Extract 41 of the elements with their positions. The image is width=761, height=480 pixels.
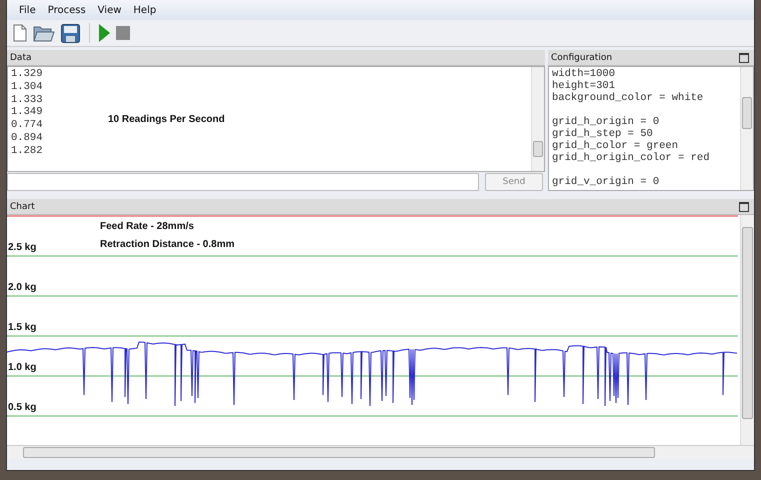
text-line: 1.282 xyxy=(11,144,43,158)
panel-title: Chart xyxy=(10,202,35,212)
text-line: 1.329 xyxy=(11,68,43,81)
text-line: 0.894 xyxy=(11,132,43,145)
page-icon[interactable] xyxy=(13,24,27,42)
data-text-area[interactable]: 1.329 1.304 1.333 1.349 0.774 0.894 1.282 10 Readings Per Second xyxy=(7,66,545,172)
chart-annotation: Retraction Distance - 0.8mm xyxy=(100,239,234,252)
float-icon[interactable] xyxy=(739,52,749,62)
axis-label: 1.0 kg xyxy=(8,362,36,373)
text-line: grid_v_origin = 0 xyxy=(552,176,660,188)
menu-item[interactable]: View xyxy=(92,4,128,16)
text-line: grid_h_origin = 0 xyxy=(552,116,660,128)
text-line: grid_h_color = green xyxy=(552,140,678,152)
text-line: height=301 xyxy=(552,80,616,92)
menu-item[interactable]: File xyxy=(13,4,42,16)
vertical-scrollbar[interactable] xyxy=(740,215,754,445)
text-line: grid_h_step = 50 xyxy=(552,128,653,140)
horizontal-scrollbar[interactable] xyxy=(7,445,754,459)
text-line: width=1000 xyxy=(552,68,616,80)
text-line: background_color = white xyxy=(552,92,704,104)
axis-label: 0.5 kg xyxy=(8,402,36,413)
text-line: 1.333 xyxy=(11,94,43,106)
vertical-scrollbar[interactable] xyxy=(531,67,544,171)
float-icon[interactable] xyxy=(739,202,749,212)
panel-title: Data xyxy=(7,50,545,66)
play-icon[interactable] xyxy=(99,24,110,42)
input-field[interactable] xyxy=(7,173,479,191)
config-text-area[interactable]: width=1000 height=301 background_color = white grid_h_origin = 0 grid_h_step = 50 grid_h_color = green grid_h_origin_color = red grid_v_origin = 0 xyxy=(548,66,754,191)
menu-item[interactable]: Help xyxy=(127,4,162,16)
menu-item[interactable]: Process xyxy=(42,4,92,16)
vertical-scrollbar[interactable] xyxy=(740,67,753,190)
text-line: 0.774 xyxy=(11,119,43,132)
text-line: 1.304 xyxy=(11,80,43,94)
axis-label: 2.5 kg xyxy=(8,242,36,253)
panel-title: Configuration xyxy=(551,52,612,62)
text-line: grid_h_origin_color = red xyxy=(552,152,710,164)
axis-label: 2.0 kg xyxy=(8,282,36,293)
chart-annotation: Feed Rate - 28mm/s xyxy=(100,221,195,234)
chart-note: 10 Readings Per Second xyxy=(108,114,225,125)
text-line: 1.349 xyxy=(11,106,43,120)
axis-label: 1.5 kg xyxy=(8,322,36,333)
